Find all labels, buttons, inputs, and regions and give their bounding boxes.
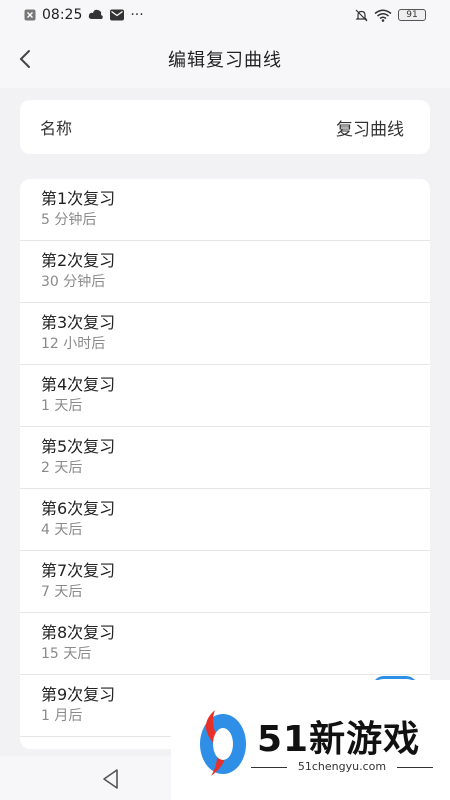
status-bar: 08:25 ··· 91	[0, 0, 450, 30]
name-row[interactable]: 名称 复习曲线	[20, 100, 430, 154]
watermark-brand: 51新游戏	[257, 719, 421, 760]
review-title: 第3次复习	[41, 313, 116, 332]
review-row-1[interactable]: 第1次复习 5 分钟后	[20, 179, 430, 241]
review-interval: 1 天后	[41, 398, 83, 414]
more-dots-icon: ···	[130, 7, 144, 23]
status-left: 08:25 ···	[24, 7, 144, 23]
review-interval: 30 分钟后	[41, 274, 106, 290]
review-row-2[interactable]: 第2次复习 30 分钟后	[20, 241, 430, 303]
review-title: 第1次复习	[41, 189, 116, 208]
header: 编辑复习曲线	[0, 30, 450, 88]
review-row-7[interactable]: 第7次复习 7 天后	[20, 551, 430, 613]
watermark-url: 51chengyu.com	[251, 760, 433, 773]
battery-indicator: 91	[398, 9, 426, 21]
review-interval: 2 天后	[41, 460, 83, 476]
review-row-6[interactable]: 第6次复习 4 天后	[20, 489, 430, 551]
name-label: 名称	[40, 119, 73, 138]
review-title: 第4次复习	[41, 375, 116, 394]
cloud-icon	[89, 9, 104, 19]
review-row-3[interactable]: 第3次复习 12 小时后	[20, 303, 430, 365]
review-title: 第2次复习	[41, 251, 116, 270]
review-title: 第5次复习	[41, 437, 116, 456]
page-title: 编辑复习曲线	[168, 50, 282, 71]
review-title: 第7次复习	[41, 561, 116, 580]
back-button[interactable]	[8, 42, 42, 76]
review-interval: 7 天后	[41, 584, 83, 600]
brand-logo-icon	[200, 710, 246, 776]
review-title: 第6次复习	[41, 499, 116, 518]
review-row-8[interactable]: 第8次复习 15 天后	[20, 613, 430, 675]
close-box-icon	[24, 9, 36, 21]
review-interval: 12 小时后	[41, 336, 106, 352]
review-interval: 5 分钟后	[41, 212, 97, 228]
chevron-left-icon	[19, 50, 30, 68]
mail-icon	[110, 9, 125, 21]
wifi-icon	[374, 9, 392, 22]
mute-bell-icon	[355, 9, 368, 21]
name-value[interactable]: 复习曲线	[336, 115, 404, 140]
review-interval: 4 天后	[41, 522, 83, 538]
nav-back-triangle-icon[interactable]	[98, 766, 124, 792]
status-right: 91	[355, 9, 426, 22]
review-list: 第1次复习 5 分钟后 第2次复习 30 分钟后 第3次复习 12 小时后 第4…	[20, 179, 430, 749]
watermark-overlay: 51新游戏 51chengyu.com	[171, 680, 450, 800]
review-row-5[interactable]: 第5次复习 2 天后	[20, 427, 430, 489]
status-time: 08:25	[42, 7, 83, 23]
review-title: 第8次复习	[41, 623, 116, 642]
review-row-4[interactable]: 第4次复习 1 天后	[20, 365, 430, 427]
review-interval: 15 天后	[41, 646, 92, 662]
